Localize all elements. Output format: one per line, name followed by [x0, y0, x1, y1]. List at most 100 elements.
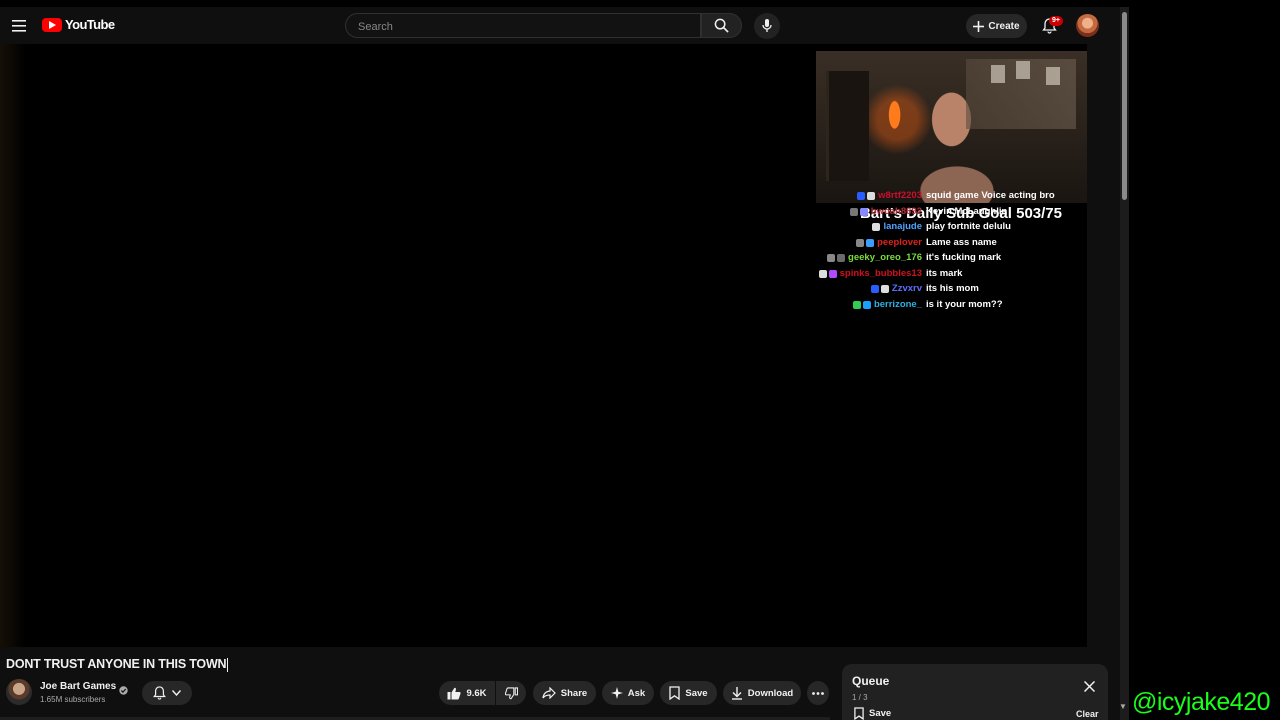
chat-message: berrizone_ is it your mom?? — [818, 298, 1118, 314]
voice-search-button[interactable] — [754, 13, 780, 39]
chevron-down-icon — [172, 690, 181, 696]
chat-badges — [856, 238, 875, 247]
chat-text: Lame ass name — [926, 236, 997, 248]
chat-message: bwoah8692 Kevin McLaughlin — [818, 205, 1118, 221]
thumbs-down-icon — [504, 686, 518, 699]
chat-badges — [857, 192, 876, 200]
ask-label: Ask — [627, 687, 646, 699]
close-queue-button[interactable] — [1082, 679, 1096, 693]
youtube-logo[interactable]: YouTube — [42, 17, 115, 32]
plus-icon — [973, 20, 985, 32]
share-icon — [542, 687, 556, 699]
queue-position: 1 / 3 — [852, 693, 868, 702]
chat-badge-icon — [827, 254, 836, 262]
chat-badge-icon — [828, 269, 837, 278]
like-button[interactable]: 9.6K — [439, 681, 495, 705]
chat-badges — [870, 285, 889, 293]
microphone-icon — [762, 19, 772, 32]
queue-title: Queue — [852, 674, 890, 688]
search-icon — [714, 18, 729, 33]
youtube-play-icon — [42, 17, 62, 32]
chat-badge-icon — [870, 285, 879, 293]
scroll-down-arrow-icon[interactable]: ▼ — [1119, 702, 1127, 711]
chat-text: Kevin McLaughlin — [926, 205, 1008, 217]
scrollbar-thumb[interactable] — [1122, 12, 1127, 200]
chat-username: geeky_oreo_176 — [848, 252, 922, 263]
chat-badges — [849, 207, 868, 216]
stream-chat-overlay: w8rtf2203 squid game Voice acting bro bwoa… — [818, 189, 1118, 313]
webcam-poster — [991, 65, 1005, 83]
chat-message: lanajude play fortnite delulu — [818, 220, 1118, 236]
queue-clear-button[interactable]: Clear — [1076, 709, 1099, 719]
chat-badges — [872, 223, 881, 231]
chat-text: squid game Voice acting bro — [926, 190, 1055, 201]
save-button[interactable]: Save — [660, 681, 717, 705]
search-input[interactable] — [356, 18, 690, 36]
chat-badge-icon — [856, 238, 865, 247]
chat-username: bwoah8692 — [870, 205, 922, 217]
chat-badge-icon — [849, 207, 858, 216]
bell-icon — [153, 686, 166, 700]
chat-message: Zzvxrv its his mom — [818, 282, 1118, 298]
search-box — [345, 13, 701, 38]
hamburger-menu-icon[interactable] — [8, 15, 30, 37]
video-title: DONT TRUST ANYONE IN THIS TOWN — [6, 657, 229, 672]
chat-message: spinks_bubbles13 its mark — [818, 267, 1118, 283]
queue-save-button[interactable]: Save — [854, 707, 891, 720]
chat-badges — [827, 254, 846, 262]
chat-text: play fortnite delulu — [926, 221, 1011, 232]
chat-badge-icon — [866, 238, 875, 247]
channel-name[interactable]: Joe Bart Games — [40, 681, 116, 692]
create-label: Create — [988, 20, 1020, 32]
text-caret — [227, 657, 229, 672]
create-button[interactable]: Create — [966, 14, 1027, 38]
chat-badge-icon — [862, 300, 871, 309]
chat-username: lanajude — [883, 221, 922, 232]
subscriber-count: 1.65M subscribers — [40, 695, 106, 704]
chat-text: its mark — [926, 267, 963, 279]
chat-username: spinks_bubbles13 — [839, 267, 922, 279]
dislike-button[interactable] — [496, 681, 526, 705]
bookmark-icon — [669, 686, 681, 700]
webcam-poster — [1016, 61, 1030, 79]
chat-badge-icon — [867, 192, 876, 200]
queue-panel: Queue 1 / 3 Save Clear — [842, 664, 1108, 720]
chat-badge-icon — [852, 300, 861, 309]
chat-badges — [852, 300, 871, 309]
more-actions-button[interactable] — [807, 681, 829, 705]
chat-badges — [818, 269, 837, 278]
chat-badge-icon — [859, 207, 868, 216]
webcam-shelf — [826, 71, 869, 181]
queue-save-label: Save — [869, 708, 892, 719]
share-label: Share — [560, 687, 588, 699]
share-button[interactable]: Share — [533, 681, 596, 705]
download-icon — [731, 686, 742, 700]
video-title-text: DONT TRUST ANYONE IN THIS TOWN — [6, 657, 227, 671]
channel-avatar[interactable] — [6, 679, 32, 705]
thumbs-up-icon — [447, 687, 462, 699]
video-player[interactable]: Bart's Daily Sub Goal 503/75 — [0, 44, 1087, 647]
chat-badge-icon — [837, 254, 846, 262]
save-label: Save — [685, 687, 708, 699]
chat-badge-icon — [818, 269, 827, 278]
chat-text: it's fucking mark — [926, 252, 1002, 263]
watermark-handle: @icyjake420 — [1132, 688, 1271, 716]
chat-username: berrizone_ — [873, 298, 922, 310]
streamer-webcam — [816, 51, 1087, 203]
account-avatar[interactable] — [1076, 14, 1099, 37]
youtube-page: YouTube Create 9+ Bart's Daily — [0, 7, 1120, 720]
ask-button[interactable]: Ask — [602, 681, 654, 705]
chat-username: Zzvxrv — [891, 283, 922, 294]
like-count: 9.6K — [466, 687, 487, 699]
notification-badge: 9+ — [1049, 16, 1063, 26]
close-icon — [1083, 680, 1095, 692]
logo-text: YouTube — [65, 17, 115, 32]
subscription-bell-button[interactable] — [142, 681, 192, 705]
video-frame-edge — [0, 44, 26, 647]
chat-username: w8rtf2203 — [878, 190, 922, 201]
bookmark-icon — [854, 707, 864, 720]
search-button[interactable] — [701, 13, 742, 38]
top-header: YouTube Create 9+ — [0, 7, 1120, 44]
more-horizontal-icon — [812, 691, 824, 695]
download-button[interactable]: Download — [723, 681, 801, 705]
